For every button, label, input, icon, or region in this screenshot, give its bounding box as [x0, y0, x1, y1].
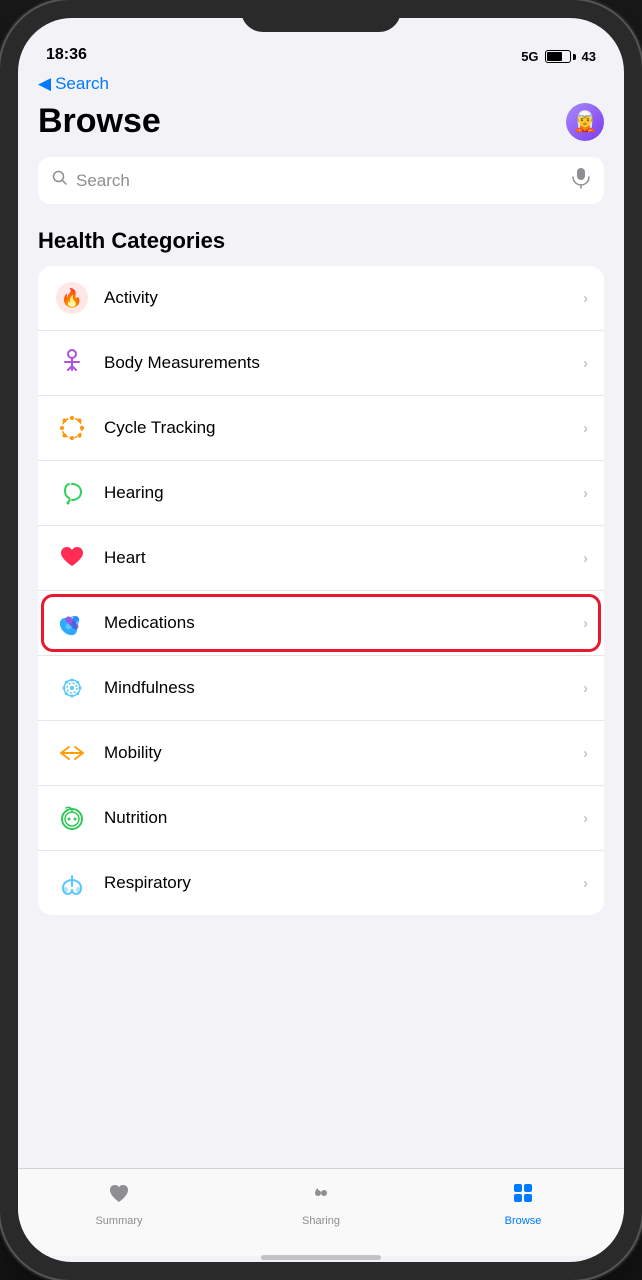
browse-icon	[511, 1181, 535, 1211]
heart-icon	[54, 540, 90, 576]
page-header: Browse 🧝	[38, 102, 604, 141]
activity-icon: 🔥	[54, 280, 90, 316]
respiratory-chevron: ›	[583, 875, 588, 892]
summary-icon	[107, 1181, 131, 1211]
category-item-activity[interactable]: 🔥 Activity ›	[38, 266, 604, 331]
main-content: Browse 🧝 Search	[18, 102, 624, 1168]
category-item-mindfulness[interactable]: Mindfulness ›	[38, 656, 604, 721]
mobility-chevron: ›	[583, 745, 588, 762]
respiratory-label: Respiratory	[104, 873, 583, 893]
back-label: Search	[55, 74, 109, 94]
nutrition-icon	[54, 800, 90, 836]
activity-chevron: ›	[583, 290, 588, 307]
respiratory-icon	[54, 865, 90, 901]
cycle-label: Cycle Tracking	[104, 418, 583, 438]
sharing-label: Sharing	[302, 1215, 340, 1227]
mobility-icon	[54, 735, 90, 771]
mic-icon[interactable]	[572, 167, 590, 194]
home-bar	[261, 1255, 381, 1260]
tab-summary[interactable]: Summary	[18, 1181, 220, 1227]
category-item-heart[interactable]: Heart ›	[38, 526, 604, 591]
cycle-chevron: ›	[583, 420, 588, 437]
phone-frame: 18:36 5G 43 ◀ Search Browse	[0, 0, 642, 1280]
status-icons: 5G 43	[521, 49, 596, 64]
page-title: Browse	[38, 102, 161, 141]
home-indicator	[18, 1256, 624, 1262]
body-label: Body Measurements	[104, 353, 583, 373]
search-icon	[52, 170, 68, 191]
browse-label: Browse	[505, 1215, 542, 1227]
cycle-icon	[54, 410, 90, 446]
category-item-cycle[interactable]: Cycle Tracking ›	[38, 396, 604, 461]
hearing-chevron: ›	[583, 485, 588, 502]
category-item-mobility[interactable]: Mobility ›	[38, 721, 604, 786]
heart-label: Heart	[104, 548, 583, 568]
body-icon	[54, 345, 90, 381]
category-item-nutrition[interactable]: Nutrition ›	[38, 786, 604, 851]
category-item-hearing[interactable]: Hearing ›	[38, 461, 604, 526]
hearing-icon	[54, 475, 90, 511]
avatar[interactable]: 🧝	[566, 103, 604, 141]
hearing-label: Hearing	[104, 483, 583, 503]
tab-browse[interactable]: Browse	[422, 1181, 624, 1227]
mindfulness-chevron: ›	[583, 680, 588, 697]
medications-label: Medications	[104, 613, 583, 633]
sharing-icon	[309, 1181, 333, 1211]
medications-chevron: ›	[583, 615, 588, 632]
category-item-body[interactable]: Body Measurements ›	[38, 331, 604, 396]
status-time: 18:36	[46, 46, 87, 64]
search-bar[interactable]: Search	[38, 157, 604, 204]
section-header: Health Categories	[38, 228, 604, 254]
battery-icon	[545, 50, 576, 63]
svg-text:🔥: 🔥	[61, 287, 83, 308]
mindfulness-label: Mindfulness	[104, 678, 583, 698]
search-placeholder: Search	[76, 171, 564, 191]
category-item-respiratory[interactable]: Respiratory ›	[38, 851, 604, 915]
summary-label: Summary	[95, 1215, 142, 1227]
category-list: 🔥 Activity ›	[38, 266, 604, 915]
nutrition-label: Nutrition	[104, 808, 583, 828]
phone-screen: 18:36 5G 43 ◀ Search Browse	[18, 18, 624, 1262]
back-nav[interactable]: ◀ Search	[18, 70, 624, 102]
activity-label: Activity	[104, 288, 583, 308]
notch	[241, 0, 401, 32]
medications-icon	[54, 605, 90, 641]
battery-percent: 43	[582, 49, 596, 64]
nutrition-chevron: ›	[583, 810, 588, 827]
mindfulness-icon	[54, 670, 90, 706]
heart-chevron: ›	[583, 550, 588, 567]
mobility-label: Mobility	[104, 743, 583, 763]
back-arrow-icon: ◀	[38, 74, 51, 94]
carrier-label: 5G	[521, 49, 538, 64]
tab-sharing[interactable]: Sharing	[220, 1181, 422, 1227]
category-item-medications[interactable]: Medications ›	[38, 591, 604, 656]
body-chevron: ›	[583, 355, 588, 372]
tab-bar: Summary Sharing	[18, 1168, 624, 1256]
avatar-emoji: 🧝	[573, 109, 598, 134]
